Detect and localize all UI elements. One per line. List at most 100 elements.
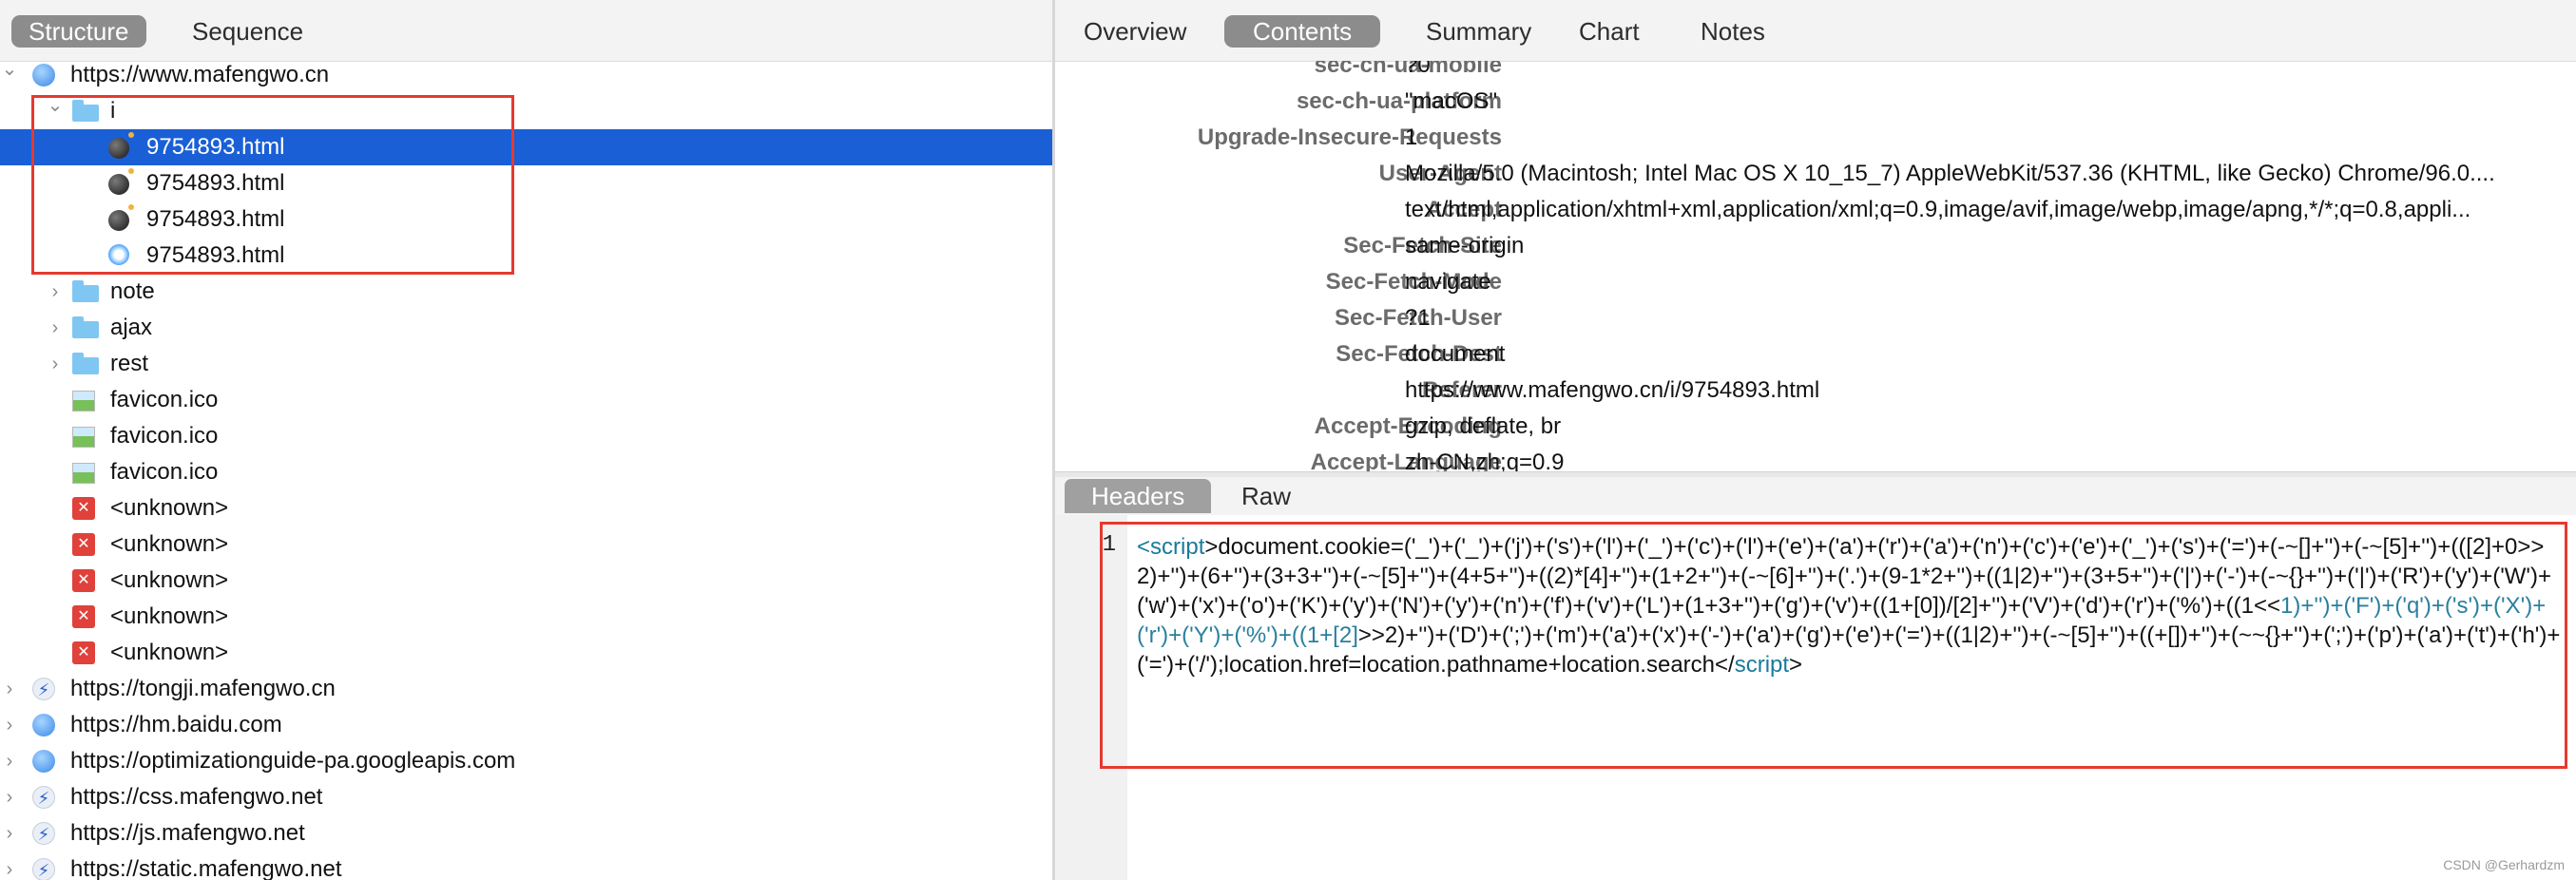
header-row: Accept-Language zh-CN,zh;q=0.9: [1055, 445, 2576, 471]
tree-row[interactable]: favicon.ico: [0, 382, 1052, 418]
chevron-right-icon[interactable]: ›: [0, 707, 19, 743]
image-icon: [72, 427, 95, 448]
tree-row[interactable]: › ⚡ https://static.mafengwo.net: [0, 851, 1052, 880]
header-row: sec-ch-ua-mobile ?0: [1055, 61, 2576, 84]
tree-row[interactable]: ⌄ https://www.mafengwo.cn: [0, 57, 1052, 93]
header-row: Accept text/html,application/xhtml+xml,ap…: [1055, 192, 2576, 228]
bolt-icon: ⚡: [32, 858, 55, 880]
tree-row[interactable]: ✕ <unknown>: [0, 563, 1052, 599]
header-row: Sec-Fetch-Dest document: [1055, 336, 2576, 373]
folder-icon: [72, 316, 99, 338]
header-value[interactable]: navigate: [1405, 264, 2565, 300]
chevron-right-icon[interactable]: ›: [0, 671, 19, 707]
header-value[interactable]: https://www.mafengwo.cn/i/9754893.html: [1405, 373, 2565, 409]
globe-icon: [32, 750, 55, 773]
tree-row-label: https://tongji.mafengwo.cn: [70, 676, 336, 701]
tree-row-label: https://optimizationguide-pa.googleapis.…: [70, 748, 516, 774]
tree-row[interactable]: › note: [0, 274, 1052, 310]
tree-row-label: <unknown>: [110, 640, 229, 665]
header-row: Upgrade-Insecure-Requests 1: [1055, 120, 2576, 156]
chevron-right-icon[interactable]: ›: [0, 851, 19, 880]
header-value[interactable]: zh-CN,zh;q=0.9: [1405, 445, 2565, 471]
tree-row-label: https://hm.baidu.com: [70, 712, 282, 737]
tab-structure[interactable]: Structure: [11, 15, 146, 48]
header-value[interactable]: Mozilla/5.0 (Macintosh; Intel Mac OS X 1…: [1405, 156, 2565, 192]
tree-row-label: https://www.mafengwo.cn: [70, 62, 330, 87]
bolt-icon: ⚡: [32, 786, 55, 809]
header-row: Sec-Fetch-Mode navigate: [1055, 264, 2576, 300]
header-value[interactable]: ?1: [1405, 300, 2565, 336]
header-row: sec-ch-ua-platform "macOS": [1055, 84, 2576, 120]
tree-row-label: favicon.ico: [110, 459, 219, 485]
structure-pane: Structure Sequence ⌄ https://www.mafengwo…: [0, 0, 1052, 880]
header-value[interactable]: ?0: [1405, 61, 2565, 84]
error-icon: ✕: [72, 497, 95, 520]
tab-raw[interactable]: Raw: [1215, 479, 1317, 513]
chevron-right-icon[interactable]: ›: [0, 743, 19, 779]
header-value[interactable]: same-origin: [1405, 228, 2565, 264]
chevron-right-icon[interactable]: ›: [0, 779, 19, 815]
left-tab-bar: Structure Sequence: [0, 0, 1052, 62]
tree-row[interactable]: ✕ <unknown>: [0, 490, 1052, 526]
tab-chart[interactable]: Chart: [1550, 15, 1668, 48]
tree-row[interactable]: ✕ <unknown>: [0, 526, 1052, 563]
chevron-right-icon[interactable]: ›: [46, 346, 65, 382]
tree-row[interactable]: › rest: [0, 346, 1052, 382]
request-headers-table: sec-ch-ua-mobile ?0 sec-ch-ua-platform "mac…: [1055, 61, 2576, 471]
tree-row-label: favicon.ico: [110, 423, 219, 449]
tree-row-label: <unknown>: [110, 603, 229, 629]
tab-headers[interactable]: Headers: [1065, 479, 1212, 513]
chevron-down-icon[interactable]: ⌄: [0, 51, 19, 87]
tree-row[interactable]: › ⚡ https://js.mafengwo.net: [0, 815, 1052, 851]
highlight-box: [31, 95, 514, 275]
tree-row[interactable]: ✕ <unknown>: [0, 599, 1052, 635]
tree-row[interactable]: favicon.ico: [0, 454, 1052, 490]
error-icon: ✕: [72, 569, 95, 592]
globe-icon: [32, 64, 55, 86]
tree-row-label: https://static.mafengwo.net: [70, 856, 342, 880]
tab-notes[interactable]: Notes: [1672, 15, 1794, 48]
header-value[interactable]: "macOS": [1405, 84, 2565, 120]
tree-row[interactable]: › ⚡ https://css.mafengwo.net: [0, 779, 1052, 815]
chevron-right-icon[interactable]: ›: [46, 310, 65, 346]
globe-icon: [32, 714, 55, 737]
tree-row-label: ajax: [110, 315, 153, 340]
header-value[interactable]: document: [1405, 336, 2565, 373]
tree-row[interactable]: › ⚡ https://tongji.mafengwo.cn: [0, 671, 1052, 707]
tree-row-label: rest: [110, 351, 149, 376]
tree-row[interactable]: › https://hm.baidu.com: [0, 707, 1052, 743]
tab-contents[interactable]: Contents: [1224, 15, 1381, 48]
bolt-icon: ⚡: [32, 822, 55, 845]
header-row: User-Agent Mozilla/5.0 (Macintosh; Intel …: [1055, 156, 2576, 192]
bottom-tab-bar: Headers Raw: [1055, 477, 2576, 515]
tree-row[interactable]: › ajax: [0, 310, 1052, 346]
tree-row-label: <unknown>: [110, 531, 229, 557]
tree-row[interactable]: ✕ <unknown>: [0, 635, 1052, 671]
image-icon: [72, 463, 95, 484]
tree-row-label: https://js.mafengwo.net: [70, 820, 305, 846]
chevron-right-icon[interactable]: ›: [46, 274, 65, 310]
tree-row-label: note: [110, 278, 155, 304]
header-row: Sec-Fetch-User ?1: [1055, 300, 2576, 336]
bolt-icon: ⚡: [32, 678, 55, 700]
error-icon: ✕: [72, 605, 95, 628]
tree-row[interactable]: favicon.ico: [0, 418, 1052, 454]
tab-overview[interactable]: Overview: [1055, 15, 1215, 48]
tab-sequence[interactable]: Sequence: [175, 15, 320, 48]
error-icon: ✕: [72, 641, 95, 664]
tree-row-label: https://css.mafengwo.net: [70, 784, 323, 810]
header-value[interactable]: gzip, deflate, br: [1405, 409, 2565, 445]
error-icon: ✕: [72, 533, 95, 556]
tree-row-label: <unknown>: [110, 567, 229, 593]
tab-summary[interactable]: Summary: [1397, 15, 1560, 48]
chevron-right-icon[interactable]: ›: [0, 815, 19, 851]
image-icon: [72, 391, 95, 411]
tree-row-label: favicon.ico: [110, 387, 219, 412]
header-row: Referer https://www.mafengwo.cn/i/9754893…: [1055, 373, 2576, 409]
header-value[interactable]: text/html,application/xhtml+xml,applicat…: [1405, 192, 2565, 228]
header-value[interactable]: 1: [1405, 120, 2565, 156]
tree-row[interactable]: › https://optimizationguide-pa.googleapis…: [0, 743, 1052, 779]
header-row: Sec-Fetch-Site same-origin: [1055, 228, 2576, 264]
highlight-box: [1100, 522, 2567, 769]
tree-row-label: <unknown>: [110, 495, 229, 521]
